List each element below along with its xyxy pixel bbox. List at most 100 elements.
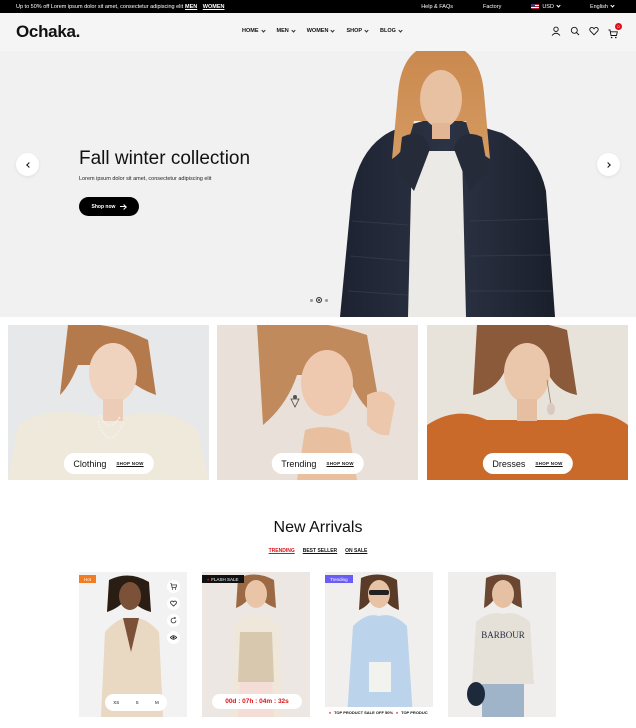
marquee-text: TOP PRODUCT SALE OFF 50% (334, 709, 394, 715)
heart-icon (170, 600, 177, 607)
product-badge: ♦ FLASH SALE (202, 575, 244, 583)
product-title-cut (79, 722, 187, 728)
chevron-left-icon (25, 161, 32, 168)
shop-now-link[interactable]: SHOP NOW (326, 461, 353, 466)
header-icons: 0 (551, 23, 622, 39)
cart-button[interactable]: 0 (608, 23, 622, 39)
shop-now-label: Shop now (91, 203, 116, 210)
user-icon[interactable] (551, 26, 561, 36)
nav-men[interactable]: MEN (276, 27, 296, 34)
size-option[interactable]: XS (113, 700, 119, 705)
shop-now-link[interactable]: SHOP NOW (116, 461, 143, 466)
slider-next-button[interactable] (597, 153, 620, 176)
product-badge: Hot (79, 575, 97, 583)
hero-slider: Fall winter collection Lorem ipsum dolor… (0, 41, 636, 317)
nav-blog[interactable]: BLOG (380, 27, 403, 34)
category-pill: Trending SHOP NOW (271, 453, 364, 474)
product-actions (167, 580, 180, 644)
svg-text:BARBOUR: BARBOUR (481, 630, 525, 640)
cart-icon (608, 29, 618, 39)
category-card-dresses[interactable]: Dresses SHOP NOW (427, 325, 628, 480)
size-selector: XS S M (105, 694, 167, 711)
section-title: New Arrivals (273, 519, 363, 536)
announcement-bar: Up to 50% off Lorem ipsum dolor sit amet… (0, 0, 636, 13)
eye-icon (170, 635, 177, 640)
shop-now-link[interactable]: SHOP NOW (535, 461, 562, 466)
topbar-right: Help & FAQs Factory USD English (421, 2, 615, 10)
marquee-text: TOP PRODUC (401, 709, 428, 715)
shop-now-button[interactable]: Shop now (79, 197, 139, 216)
hero-subtitle: Lorem ipsum dolor sit amet, consectetur … (79, 176, 212, 182)
factory-link[interactable]: Factory (483, 4, 501, 10)
promo-text: Up to 50% off Lorem ipsum dolor sit amet… (16, 3, 184, 10)
chevron-down-icon (330, 27, 336, 33)
sale-marquee: ♦ TOP PRODUCT SALE OFF 50% ♦ TOP PRODUC (325, 707, 433, 717)
search-icon[interactable] (570, 26, 580, 36)
category-pill: Clothing SHOP NOW (63, 453, 154, 474)
slider-dot[interactable] (325, 298, 328, 302)
chevron-right-icon (604, 161, 611, 168)
chevron-down-icon (398, 27, 403, 33)
nav-label: MEN (276, 28, 289, 34)
slider-dot[interactable] (310, 298, 313, 302)
us-flag-icon (531, 3, 540, 9)
slider-pagination (310, 297, 328, 303)
main-nav: HOME MEN WOMEN SHOP BLOG (242, 27, 403, 34)
product-card[interactable]: Trending ♦ TOP PRODUCT SALE OFF 50% ♦ TO… (325, 572, 433, 717)
tab-best-seller[interactable]: BEST SELLER (303, 548, 337, 554)
category-pill: Dresses SHOP NOW (482, 453, 573, 474)
category-card-trending[interactable]: Trending SHOP NOW (217, 325, 418, 480)
language-select[interactable]: English (589, 2, 615, 10)
hero-title: Fall winter collection (79, 148, 251, 169)
arrow-right-icon (120, 206, 127, 207)
product-card[interactable]: Hot XS S M (79, 572, 187, 717)
size-option[interactable]: S (136, 700, 139, 705)
nav-home[interactable]: HOME (242, 27, 266, 34)
category-name: Trending (281, 458, 317, 469)
logo[interactable]: Ochaka. (16, 22, 80, 42)
category-name: Dresses (492, 458, 526, 469)
currency-value: USD (542, 3, 554, 10)
slider-dot[interactable] (316, 297, 322, 303)
chevron-down-icon (291, 27, 296, 33)
nav-women[interactable]: WOMEN (306, 27, 336, 34)
nav-label: SHOP (346, 28, 363, 34)
product-image (325, 572, 433, 717)
cart-icon (170, 583, 177, 590)
product-badge: Trending (325, 575, 353, 583)
heart-icon[interactable] (589, 26, 599, 36)
site-header: Ochaka. HOME MEN WOMEN SHOP BLOG 0 (0, 13, 636, 51)
flame-icon: ♦ (396, 709, 399, 715)
promo-link-men[interactable]: MEN (185, 4, 197, 10)
flame-icon: ♦ (329, 709, 332, 715)
language-value: English (589, 3, 608, 10)
category-name: Clothing (73, 458, 107, 469)
nav-shop[interactable]: SHOP (346, 27, 369, 34)
category-card-clothing[interactable]: Clothing SHOP NOW (8, 325, 209, 480)
slider-prev-button[interactable] (16, 153, 39, 176)
chevron-down-icon (610, 2, 615, 8)
tab-trending[interactable]: TRENDING (269, 548, 295, 554)
product-card[interactable]: ♦ FLASH SALE 00d : 07h : 04m : 32s (202, 572, 310, 717)
flash-sale-countdown: 00d : 07h : 04m : 32s (212, 694, 302, 709)
compare-button[interactable] (167, 614, 180, 627)
chevron-down-icon (364, 27, 369, 33)
add-to-cart-button[interactable] (167, 580, 180, 593)
nav-label: WOMEN (306, 28, 329, 34)
wishlist-button[interactable] (167, 597, 180, 610)
promo-link-women[interactable]: WOMEN (203, 4, 225, 10)
currency-select[interactable]: USD (531, 2, 561, 10)
tab-on-sale[interactable]: ON SALE (345, 548, 367, 554)
promo-links: MEN WOMEN (185, 4, 228, 10)
chevron-down-icon (556, 2, 561, 8)
product-tabs: TRENDING BEST SELLER ON SALE (0, 548, 636, 554)
chevron-down-icon (260, 27, 266, 33)
help-link[interactable]: Help & FAQs (421, 4, 453, 10)
nav-label: HOME (242, 28, 259, 34)
flame-icon: ♦ (207, 576, 210, 582)
quick-view-button[interactable] (167, 631, 180, 644)
size-option[interactable]: M (155, 700, 159, 705)
refresh-icon (170, 617, 177, 624)
badge-label: FLASH SALE (211, 576, 239, 582)
product-card[interactable]: BARBOUR (448, 572, 556, 717)
